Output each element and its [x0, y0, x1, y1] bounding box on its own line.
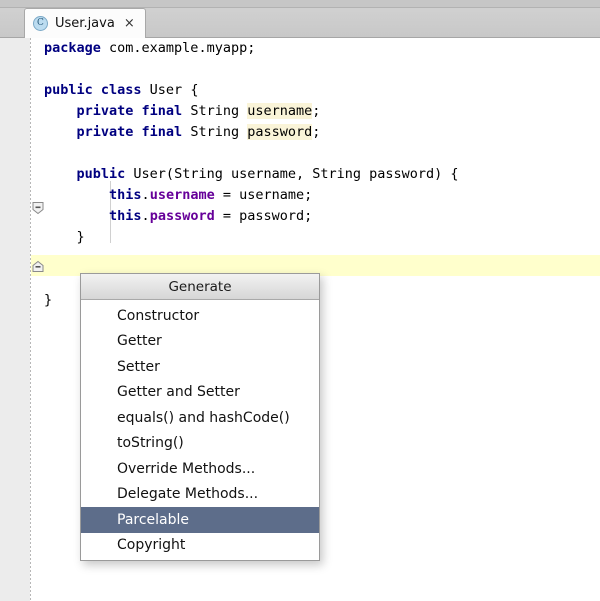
ide-editor-window: C User.java × package com.example.myapp;…: [0, 0, 600, 601]
code-token-plain: ;: [312, 124, 320, 140]
code-token-highlight: password: [247, 124, 312, 140]
code-token-field: password: [150, 208, 215, 224]
code-token-keyword: public class: [44, 82, 142, 98]
code-token-highlight: username: [247, 103, 312, 119]
code-line: package com.example.myapp;: [44, 38, 459, 59]
code-token-plain: }: [77, 229, 85, 245]
menu-item-getter-and-setter[interactable]: Getter and Setter: [81, 380, 319, 406]
menu-item-delegate-methods[interactable]: Delegate Methods...: [81, 482, 319, 508]
code-token-field: username: [150, 187, 215, 203]
editor-gutter[interactable]: [0, 38, 30, 601]
editor-tab-user-java[interactable]: C User.java ×: [24, 8, 146, 38]
code-token-plain: = username;: [215, 187, 313, 203]
code-token-plain: }: [44, 292, 52, 308]
menu-item-setter[interactable]: Setter: [81, 354, 319, 380]
generate-popup-menu[interactable]: Generate ConstructorGetterSetterGetter a…: [80, 273, 320, 561]
menu-item-getter[interactable]: Getter: [81, 329, 319, 355]
editor-tab-label: User.java: [55, 16, 115, 31]
code-token-plain: .: [142, 208, 150, 224]
code-line: public class User {: [44, 80, 459, 101]
code-line: private final String password;: [44, 122, 459, 143]
source-code[interactable]: package com.example.myapp; public class …: [44, 38, 459, 311]
code-line: this.username = username;: [44, 185, 459, 206]
code-token-plain: String: [182, 124, 247, 140]
menu-item-parcelable[interactable]: Parcelable: [81, 507, 319, 533]
code-token-plain: User(String username, String password) {: [125, 166, 458, 182]
code-token-keyword: public: [77, 166, 126, 182]
popup-title: Generate: [81, 274, 319, 300]
code-token-keyword: private final: [77, 103, 183, 119]
fold-marker-end[interactable]: [31, 259, 45, 273]
menu-item-constructor[interactable]: Constructor: [81, 303, 319, 329]
editor-tab-bar: C User.java ×: [0, 0, 600, 38]
code-token-plain: User {: [142, 82, 199, 98]
code-token-plain: com.example.myapp;: [101, 40, 255, 56]
code-line: [44, 59, 459, 80]
menu-item-override-methods[interactable]: Override Methods...: [81, 456, 319, 482]
code-line: this.password = password;: [44, 206, 459, 227]
code-line: [44, 143, 459, 164]
code-token-plain: .: [142, 187, 150, 203]
generate-menu-list[interactable]: ConstructorGetterSetterGetter and Setter…: [81, 300, 319, 560]
code-token-plain: = password;: [215, 208, 313, 224]
gutter-separator: [30, 38, 31, 601]
code-token-plain: String: [182, 103, 247, 119]
code-line: [44, 248, 459, 269]
menu-item-tostring[interactable]: toString(): [81, 431, 319, 457]
fold-marker-expanded[interactable]: [31, 201, 45, 215]
menu-item-equals-and-hashcode[interactable]: equals() and hashCode(): [81, 405, 319, 431]
code-token-keyword: this: [109, 187, 142, 203]
menu-item-copyright[interactable]: Copyright: [81, 533, 319, 559]
code-line: public User(String username, String pass…: [44, 164, 459, 185]
code-line: }: [44, 227, 459, 248]
code-token-keyword: private final: [77, 124, 183, 140]
code-line: private final String username;: [44, 101, 459, 122]
close-icon[interactable]: ×: [122, 17, 135, 30]
tab-bar-top-strip: [0, 0, 600, 8]
code-token-plain: ;: [312, 103, 320, 119]
code-token-keyword: package: [44, 40, 101, 56]
code-token-keyword: this: [109, 208, 142, 224]
java-class-icon: C: [33, 16, 48, 31]
